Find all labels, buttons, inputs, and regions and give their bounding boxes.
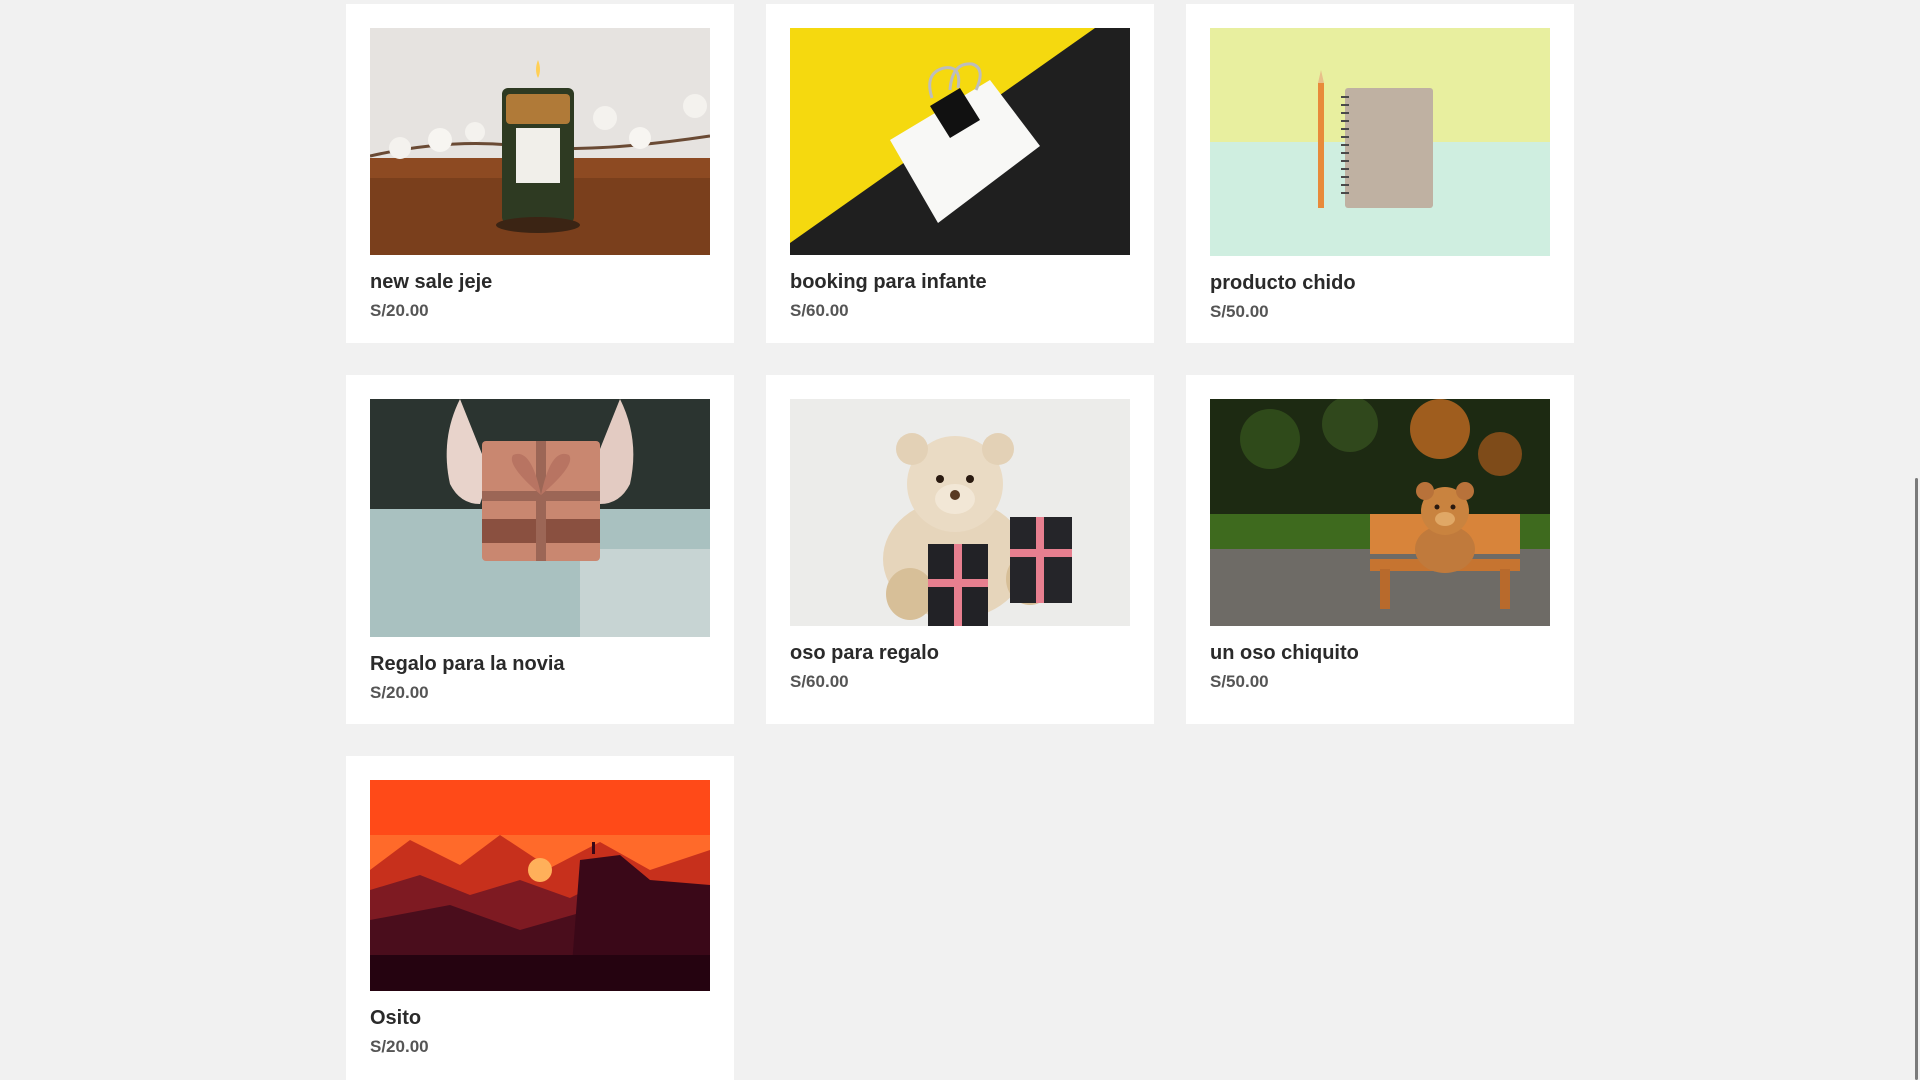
product-card[interactable]: un oso chiquito S/50.00 bbox=[1186, 375, 1574, 724]
product-price: S/50.00 bbox=[1210, 672, 1269, 691]
candle-photo[interactable] bbox=[370, 28, 710, 255]
binder-clip-card-photo[interactable] bbox=[790, 28, 1130, 255]
teddy-bear-gifts-photo[interactable] bbox=[790, 399, 1130, 626]
product-price: S/20.00 bbox=[370, 683, 429, 702]
product-name[interactable]: producto chido bbox=[1210, 270, 1550, 296]
scrollbar[interactable] bbox=[1908, 0, 1920, 1080]
product-grid: new sale jeje S/20.00 booking para infan… bbox=[346, 4, 1574, 1080]
product-name[interactable]: un oso chiquito bbox=[1210, 640, 1550, 666]
product-price: S/60.00 bbox=[790, 301, 849, 320]
product-page: new sale jeje S/20.00 booking para infan… bbox=[0, 0, 1920, 1080]
sunset-landscape-illustration[interactable] bbox=[370, 780, 710, 991]
product-price: S/50.00 bbox=[1210, 302, 1269, 321]
product-price: S/20.00 bbox=[370, 1037, 429, 1056]
product-name[interactable]: Osito bbox=[370, 1005, 710, 1031]
product-name[interactable]: new sale jeje bbox=[370, 269, 710, 295]
product-card[interactable]: Regalo para la novia S/20.00 bbox=[346, 375, 734, 724]
product-name[interactable]: booking para infante bbox=[790, 269, 1130, 295]
product-card[interactable]: Osito S/20.00 bbox=[346, 756, 734, 1080]
product-name[interactable]: oso para regalo bbox=[790, 640, 1130, 666]
product-price: S/20.00 bbox=[370, 301, 429, 320]
gift-box-hands-photo[interactable] bbox=[370, 399, 710, 637]
notebook-pencil-photo[interactable] bbox=[1210, 28, 1550, 256]
product-card[interactable]: producto chido S/50.00 bbox=[1186, 4, 1574, 343]
scrollbar-thumb[interactable] bbox=[1915, 478, 1918, 1080]
product-card[interactable]: new sale jeje S/20.00 bbox=[346, 4, 734, 343]
product-card[interactable]: oso para regalo S/60.00 bbox=[766, 375, 1154, 724]
product-name[interactable]: Regalo para la novia bbox=[370, 651, 710, 677]
product-price: S/60.00 bbox=[790, 672, 849, 691]
product-card[interactable]: booking para infante S/60.00 bbox=[766, 4, 1154, 343]
teddy-bear-bench-photo[interactable] bbox=[1210, 399, 1550, 626]
